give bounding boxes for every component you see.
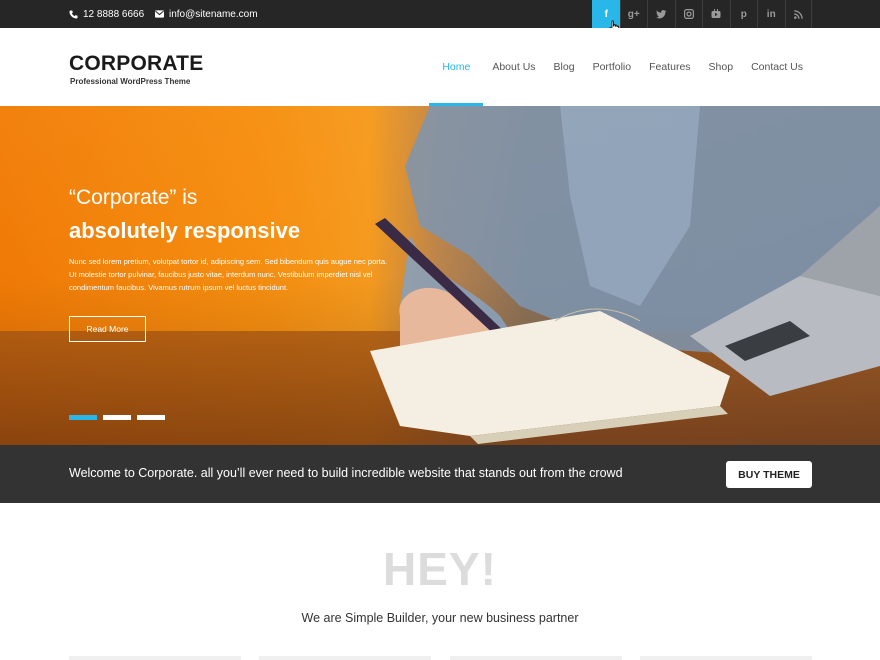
nav-item-portfolio[interactable]: Portfolio	[584, 28, 641, 106]
phone-number: 12 8888 6666	[83, 8, 145, 20]
instagram-icon[interactable]	[674, 0, 703, 28]
top-bar: 12 8888 6666 info@sitename.com f g+ p in	[0, 0, 880, 28]
linkedin-icon[interactable]: in	[757, 0, 785, 28]
cta-text: Welcome to Corporate. all you’ll ever ne…	[69, 466, 623, 480]
social-links: f g+ p in	[592, 0, 812, 28]
envelope-icon	[155, 10, 164, 19]
intro-heading: HEY!	[383, 543, 497, 595]
intro-subheading: We are Simple Builder, your new business…	[301, 611, 579, 625]
slider-dot-1[interactable]	[69, 415, 97, 420]
nav-item-shop[interactable]: Shop	[700, 28, 743, 106]
rss-icon[interactable]	[784, 0, 812, 28]
slider-pagination	[69, 415, 171, 420]
read-more-button[interactable]: Read More	[69, 316, 146, 342]
feature-cards-row	[69, 656, 812, 660]
twitter-icon[interactable]	[647, 0, 675, 28]
feature-card	[259, 656, 432, 660]
phone-icon	[69, 9, 78, 19]
nav-item-contact-us[interactable]: Contact Us	[742, 28, 812, 106]
hero-description: Nunc sed lorem pretium, volutpat tortor …	[69, 257, 388, 292]
hero-title-line1: “Corporate” is	[69, 186, 198, 209]
site-header: CORPORATE Professional WordPress Theme H…	[0, 28, 880, 106]
youtube-icon[interactable]	[702, 0, 730, 28]
feature-card	[449, 656, 622, 660]
cta-bar: Welcome to Corporate. all you’ll ever ne…	[0, 445, 880, 503]
nav-item-home[interactable]: Home	[429, 28, 484, 106]
site-tagline: Professional WordPress Theme	[70, 77, 191, 86]
feature-card	[69, 656, 241, 660]
buy-theme-button[interactable]: BUY THEME	[726, 461, 812, 488]
slider-dot-2[interactable]	[103, 415, 131, 420]
hero-title-line2: absolutely responsive	[69, 218, 301, 243]
pinterest-icon[interactable]: p	[729, 0, 758, 28]
slider-dot-3[interactable]	[137, 415, 165, 420]
email-address: info@sitename.com	[169, 8, 258, 20]
nav-item-features[interactable]: Features	[640, 28, 699, 106]
main-navigation: Home About Us Blog Portfolio Features Sh…	[429, 28, 812, 106]
google-plus-icon[interactable]: g+	[619, 0, 648, 28]
nav-item-blog[interactable]: Blog	[545, 28, 584, 106]
phone-contact[interactable]: 12 8888 6666	[69, 0, 144, 28]
site-logo[interactable]: CORPORATE	[69, 52, 203, 76]
email-contact[interactable]: info@sitename.com	[155, 0, 258, 28]
nav-item-about-us[interactable]: About Us	[483, 28, 544, 106]
feature-card	[639, 656, 812, 660]
hero-slider: “Corporate” is absolutely responsive Nun…	[0, 106, 880, 445]
